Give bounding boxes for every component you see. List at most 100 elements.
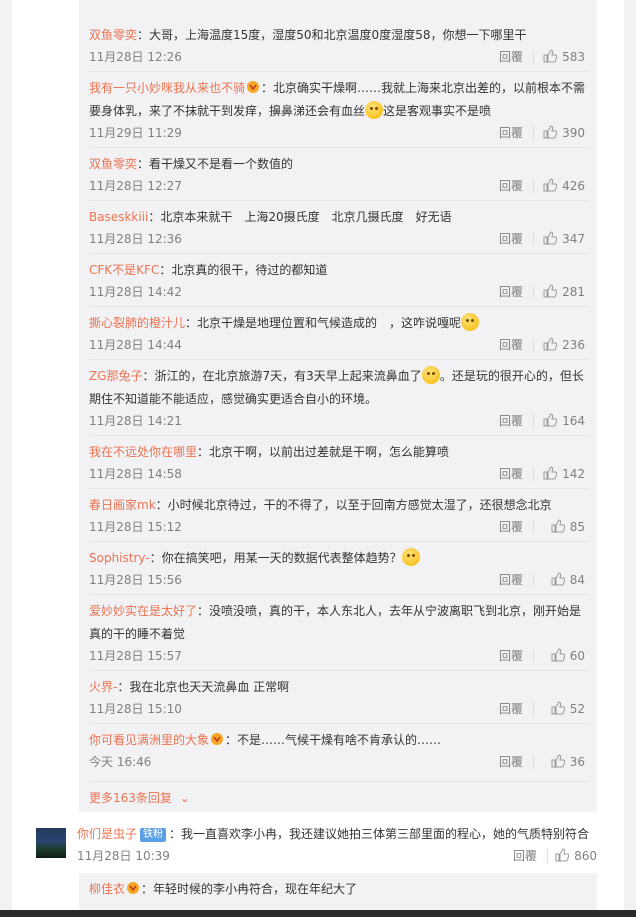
reply-meta: 11月28日 15:10 回覆 52: [89, 699, 589, 719]
reply-button[interactable]: 回覆: [499, 570, 523, 590]
thumbs-up-icon: [543, 284, 558, 298]
thumbs-up-icon: [551, 519, 565, 533]
reply-button[interactable]: 回覆: [499, 464, 523, 484]
reply-time: 今天 16:46: [89, 755, 152, 769]
more-replies-link[interactable]: 更多163条回复 ⌄: [89, 789, 190, 806]
like-button[interactable]: 236: [543, 335, 585, 355]
divider: [533, 520, 534, 534]
reply-meta: 11月28日 14:58 回覆 142: [89, 464, 589, 484]
reply-content: CFK不是KFC：北京真的很干，待过的都知道: [89, 259, 589, 282]
reply-item: 火界-：我在北京也天天流鼻血 正常啊 11月28日 15:10 回覆 52: [89, 676, 589, 719]
like-button[interactable]: 860: [555, 846, 597, 866]
like-button[interactable]: 583: [543, 47, 585, 67]
reply-button[interactable]: 回覆: [499, 47, 523, 67]
main-comment-username[interactable]: 你们是虫子: [77, 827, 137, 841]
reply-username[interactable]: Basеskkiii: [89, 210, 148, 224]
reply-button[interactable]: 回覆: [499, 517, 523, 537]
like-button[interactable]: 347: [543, 229, 585, 249]
reply-username[interactable]: Sophistry-: [89, 551, 150, 565]
vip-badge-icon: [125, 880, 141, 894]
reply-content: 我有一只小妙咪我从来也不骑 ：北京确实干燥啊……我就上海来北京出差的，以前根本不需…: [89, 77, 589, 123]
reply-username[interactable]: 火界-: [89, 680, 117, 694]
reply-time: 11月28日 15:10: [89, 702, 182, 716]
reply-divider: [89, 670, 589, 671]
reply-time: 11月28日 12:36: [89, 232, 182, 246]
reply-divider: [89, 594, 589, 595]
reply-button[interactable]: 回覆: [499, 646, 523, 666]
divider: [533, 467, 534, 481]
like-button[interactable]: 84: [551, 570, 585, 590]
avatar[interactable]: [36, 828, 66, 858]
reply-content: 你可看见满洲里的大象 ：不是……气候干燥有啥不肯承认的……: [89, 729, 589, 752]
reply-text: ：你在搞笑吧，用某一天的数据代表整体趋势？: [149, 551, 402, 565]
reply-time: 11月28日 15:12: [89, 520, 182, 534]
like-button[interactable]: 52: [551, 699, 585, 719]
reply-item: 双鱼零奕：看干燥又不是看一个数值的 11月28日 12:27 回覆 426: [89, 153, 589, 196]
reply-button[interactable]: 回覆: [499, 123, 523, 143]
reply-button[interactable]: 回覆: [499, 752, 523, 772]
reply-time: 11月28日 14:44: [89, 338, 182, 352]
reply-time: 11月29日 11:29: [89, 126, 182, 140]
reply-meta: 11月28日 12:36 回覆 347: [89, 229, 589, 249]
reply-button[interactable]: 回覆: [499, 411, 523, 431]
divider: [533, 573, 534, 587]
reply-username[interactable]: 你可看见满洲里的大象: [89, 733, 209, 747]
like-button[interactable]: 85: [551, 517, 585, 537]
reply-username[interactable]: 双鱼零奕: [89, 157, 137, 171]
like-button[interactable]: 142: [543, 464, 585, 484]
reply-button[interactable]: 回覆: [499, 176, 523, 196]
reply-button[interactable]: 回覆: [499, 699, 523, 719]
reply-meta: 11月28日 12:27 回覆 426: [89, 176, 589, 196]
reply-item: Basеskkiii：北京本来就干 上海20摄氏度 北京几摄氏度 好无语 11月2…: [89, 206, 589, 249]
reply-meta: 11月28日 15:12 回覆 85: [89, 517, 589, 537]
reply-item: 我在不远处你在哪里：北京干啊，以前出过差就是干啊，怎么能算喷 11月28日 14:…: [89, 441, 589, 484]
like-count: 281: [562, 285, 585, 299]
reply-button[interactable]: 回覆: [499, 335, 523, 355]
reply-username[interactable]: 爱妙妙实在是太好了: [89, 604, 197, 618]
reply-username[interactable]: 撕心裂肺的橙汁儿: [89, 316, 185, 330]
reply-text: ：小时候北京待过，干的不得了，以至于回南方感觉太湿了，还很想念北京: [155, 498, 552, 512]
reply-text: ：浙江的，在北京旅游7天，有3天早上起来流鼻血了: [142, 369, 422, 383]
reply-button[interactable]: 回覆: [513, 846, 537, 866]
reply-text-continued: 这是客观事实不是喷: [383, 104, 492, 118]
reply-time: 11月28日 14:58: [89, 467, 182, 481]
divider: [533, 414, 534, 428]
reply-button[interactable]: 回覆: [499, 229, 523, 249]
divider: [533, 126, 534, 140]
reply-divider: [89, 781, 589, 782]
reply-username[interactable]: CFK不是KFC: [89, 263, 159, 277]
like-button[interactable]: 390: [543, 123, 585, 143]
reply-username[interactable]: 双鱼零奕: [89, 28, 137, 42]
like-button[interactable]: 426: [543, 176, 585, 196]
divider: [533, 232, 534, 246]
thumbs-up-icon: [551, 754, 565, 768]
like-count: 60: [569, 649, 585, 663]
reply-username[interactable]: 我有一只小妙咪我从来也不骑: [89, 81, 245, 95]
thumbs-up-icon: [551, 648, 565, 662]
reply-time: 11月28日 14:21: [89, 414, 182, 428]
reply-divider: [89, 359, 589, 360]
emoji-icon: [461, 313, 480, 331]
reply-time: 11月28日 15:57: [89, 649, 182, 663]
reply-content: 撕心裂肺的橙汁儿：北京干燥是地理位置和气候造成的 ，这咋说嘎呢: [89, 312, 589, 335]
like-button[interactable]: 36: [551, 752, 585, 772]
reply-meta: 今天 16:46 回覆 36: [89, 752, 589, 772]
like-button[interactable]: 164: [543, 411, 585, 431]
reply-content: 我在不远处你在哪里：北京干啊，以前出过差就是干啊，怎么能算喷: [89, 441, 589, 464]
reply-item: 爱妙妙实在是太好了：没喷没喷，真的干，本人东北人，去年从宁波离职飞到北京，刚开始…: [89, 600, 589, 666]
reply-divider: [89, 435, 589, 436]
reply-button[interactable]: 回覆: [499, 282, 523, 302]
reply-content: 春日画家mk：小时候北京待过，干的不得了，以至于回南方感觉太湿了，还很想念北京: [89, 494, 589, 517]
divider: [533, 755, 534, 769]
divider: [547, 849, 548, 863]
like-count: 84: [569, 573, 585, 587]
reply-username[interactable]: ZG那兔子: [89, 369, 143, 383]
fan-badge: 铁粉: [140, 828, 167, 842]
sub-reply-username[interactable]: 柳佳衣: [89, 882, 125, 896]
like-button[interactable]: 60: [551, 646, 585, 666]
reply-text: ：北京干啊，以前出过差就是干啊，怎么能算喷: [197, 445, 450, 459]
reply-username[interactable]: 春日画家mk: [89, 498, 156, 512]
reply-username[interactable]: 我在不远处你在哪里: [89, 445, 197, 459]
like-button[interactable]: 281: [543, 282, 585, 302]
like-count: 164: [562, 414, 585, 428]
